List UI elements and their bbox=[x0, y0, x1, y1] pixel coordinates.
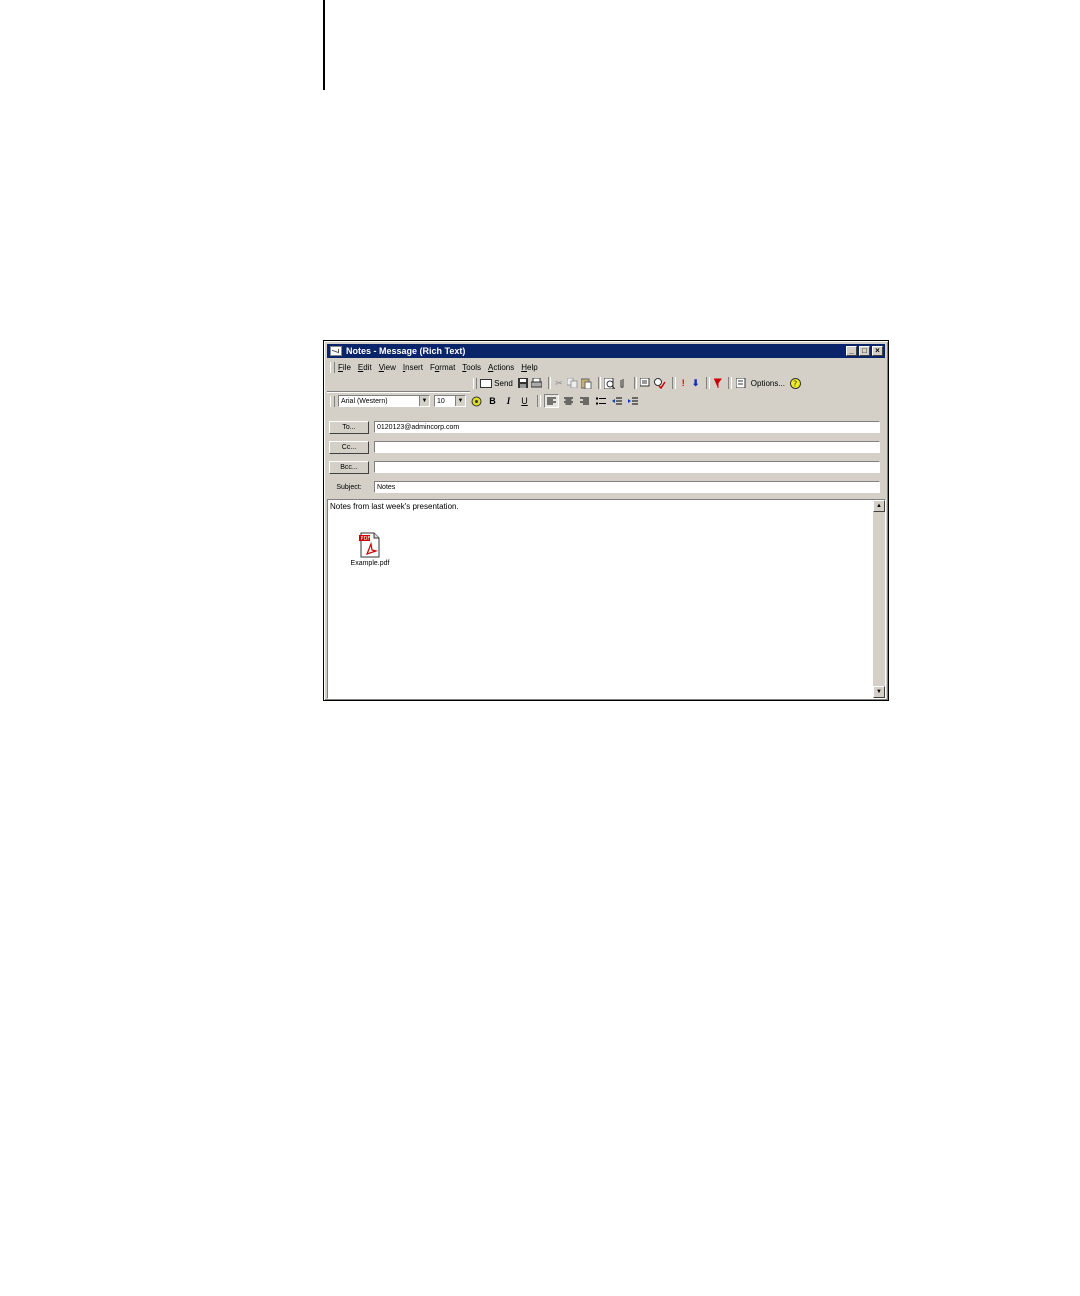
attach-file-icon[interactable] bbox=[618, 377, 627, 389]
to-button[interactable]: To... bbox=[329, 420, 369, 434]
vertical-scrollbar[interactable]: ▲ ▼ bbox=[873, 500, 885, 698]
toolbar-separator bbox=[597, 377, 602, 389]
align-center-icon[interactable] bbox=[562, 395, 575, 407]
cc-field[interactable] bbox=[374, 441, 880, 453]
subject-row: Subject: Notes bbox=[329, 480, 880, 494]
window-title: Notes - Message (Rich Text) bbox=[346, 346, 466, 356]
underline-icon[interactable]: U bbox=[518, 395, 531, 407]
options-button[interactable]: Options... bbox=[735, 377, 785, 389]
options-label: Options... bbox=[750, 378, 786, 388]
toolbar-separator bbox=[547, 377, 552, 389]
toolbar-separator bbox=[537, 395, 541, 407]
menu-tools[interactable]: Tools bbox=[462, 363, 481, 372]
toolbar-separator bbox=[672, 377, 676, 389]
toolbar-separator bbox=[728, 377, 732, 389]
envelope-icon bbox=[330, 346, 342, 356]
scroll-up-icon[interactable]: ▲ bbox=[873, 500, 885, 512]
menu-view[interactable]: View bbox=[379, 363, 396, 372]
send-icon bbox=[480, 378, 493, 388]
font-size-value: 10 bbox=[437, 397, 445, 405]
minimize-button[interactable]: _ bbox=[846, 346, 857, 356]
high-importance-icon[interactable]: ! bbox=[679, 377, 688, 389]
save-icon[interactable] bbox=[517, 377, 528, 389]
cc-row: Cc... bbox=[329, 440, 880, 454]
message-body-text: Notes from last week's presentation. bbox=[330, 502, 459, 511]
send-button[interactable]: Send bbox=[480, 378, 513, 388]
low-importance-icon[interactable]: ⬇ bbox=[691, 377, 700, 389]
message-window: Notes - Message (Rich Text) _ □ × File E… bbox=[323, 340, 889, 701]
menu-bar: File Edit View Insert Format Tools Actio… bbox=[327, 360, 885, 374]
bold-icon[interactable]: B bbox=[486, 395, 499, 407]
title-bar: Notes - Message (Rich Text) _ □ × bbox=[327, 344, 885, 358]
send-label: Send bbox=[494, 378, 513, 388]
font-select[interactable]: Arial (Western) ▼ bbox=[338, 395, 430, 407]
bullets-icon[interactable] bbox=[594, 395, 607, 407]
check-spelling-icon[interactable] bbox=[654, 377, 666, 389]
to-row: To... 0120123@admincorp.com bbox=[329, 420, 880, 434]
font-color-icon[interactable] bbox=[470, 395, 483, 407]
to-field[interactable]: 0120123@admincorp.com bbox=[374, 421, 880, 433]
message-body[interactable]: Notes from last week's presentation. PDF… bbox=[327, 499, 886, 699]
menu-help[interactable]: Help bbox=[521, 363, 537, 372]
cut-icon[interactable]: ✂ bbox=[554, 377, 563, 389]
font-select-value: Arial (Western) bbox=[341, 397, 388, 405]
close-button[interactable]: × bbox=[872, 346, 883, 356]
subject-field[interactable]: Notes bbox=[374, 481, 880, 493]
font-size-select[interactable]: 10 ▼ bbox=[434, 395, 466, 407]
paste-icon[interactable] bbox=[580, 377, 592, 389]
standard-toolbar: Send ✂ ! ⬇ Options... ? bbox=[470, 375, 804, 391]
svg-text:?: ? bbox=[793, 379, 797, 388]
increase-indent-icon[interactable] bbox=[626, 395, 639, 407]
decrease-indent-icon[interactable] bbox=[610, 395, 623, 407]
address-book-icon[interactable] bbox=[604, 377, 616, 389]
options-icon bbox=[735, 377, 748, 389]
toolbar-separator bbox=[706, 377, 710, 389]
scroll-down-icon[interactable]: ▼ bbox=[873, 686, 885, 698]
flag-icon[interactable] bbox=[713, 377, 723, 389]
print-icon[interactable] bbox=[530, 377, 542, 389]
page-margin-rule bbox=[323, 0, 325, 90]
bcc-button[interactable]: Bcc... bbox=[329, 460, 369, 474]
menu-insert[interactable]: Insert bbox=[403, 363, 423, 372]
menu-edit[interactable]: Edit bbox=[358, 363, 372, 372]
help-assistant-icon[interactable]: ? bbox=[790, 377, 802, 389]
toolbar-separator bbox=[633, 377, 638, 389]
cc-button[interactable]: Cc... bbox=[329, 440, 369, 454]
subject-label: Subject: bbox=[336, 483, 362, 491]
maximize-button[interactable]: □ bbox=[859, 346, 870, 356]
menu-format[interactable]: Format bbox=[430, 363, 455, 372]
pdf-badge-text: PDF bbox=[361, 536, 371, 542]
chevron-down-icon: ▼ bbox=[419, 396, 429, 406]
menu-actions[interactable]: Actions bbox=[488, 363, 514, 372]
pdf-file-icon: PDF bbox=[359, 532, 381, 558]
formatting-toolbar: Arial (Western) ▼ 10 ▼ B I U bbox=[327, 393, 651, 409]
italic-icon[interactable]: I bbox=[502, 395, 515, 407]
copy-icon[interactable] bbox=[566, 377, 578, 389]
attachment-label: Example.pdf bbox=[350, 560, 390, 567]
align-left-icon[interactable] bbox=[544, 394, 559, 408]
chevron-down-icon: ▼ bbox=[455, 396, 465, 406]
bcc-row: Bcc... bbox=[329, 460, 880, 474]
format-toolbar-grip[interactable] bbox=[330, 395, 335, 407]
bcc-field[interactable] bbox=[374, 461, 880, 473]
menu-grip[interactable] bbox=[330, 361, 335, 373]
attachment[interactable]: PDF Example.pdf bbox=[346, 532, 394, 567]
align-right-icon[interactable] bbox=[578, 395, 591, 407]
check-names-icon[interactable] bbox=[640, 377, 651, 389]
toolbar-grip[interactable] bbox=[473, 377, 478, 389]
menu-file[interactable]: File bbox=[338, 363, 351, 372]
